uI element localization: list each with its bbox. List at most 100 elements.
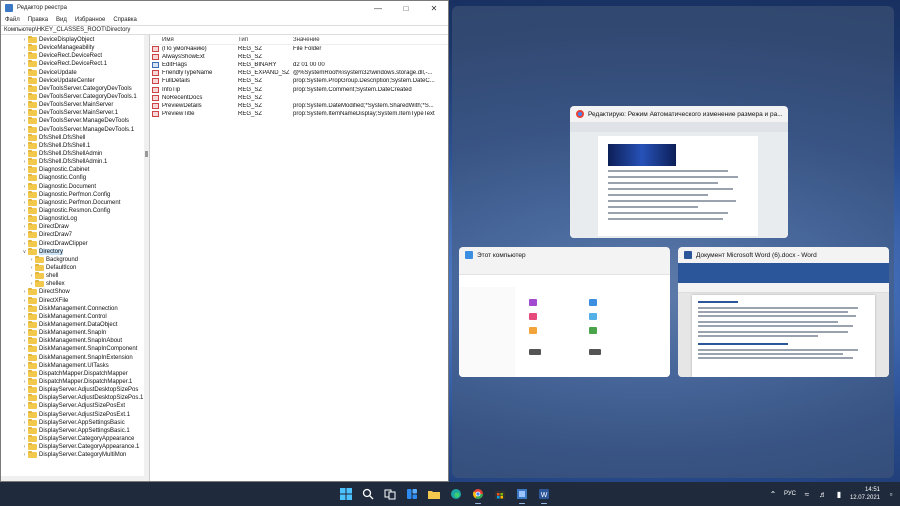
column-header-name[interactable]: Имя: [150, 37, 238, 43]
chevron-right-icon[interactable]: ›: [21, 444, 28, 450]
word-taskbar-button[interactable]: W: [536, 486, 552, 504]
chevron-right-icon[interactable]: ›: [21, 216, 28, 222]
chevron-right-icon[interactable]: ›: [21, 200, 28, 206]
tree-item[interactable]: › DevToolsServer.ManageDevTools.1: [1, 125, 149, 134]
tree-item[interactable]: › DirectDraw7: [1, 231, 149, 239]
value-row[interactable]: FriendlyTypeName REG_EXPAND_SZ @%SystemRoo…: [150, 69, 448, 77]
chevron-right-icon[interactable]: ›: [21, 102, 28, 108]
chevron-right-icon[interactable]: ›: [21, 53, 28, 59]
value-row[interactable]: FullDetails REG_SZ prop:System.PropGroup.D…: [150, 77, 448, 85]
chevron-right-icon[interactable]: ›: [21, 70, 28, 76]
value-row[interactable]: PreviewTitle REG_SZ prop:System.ItemNameDi…: [150, 110, 448, 118]
chevron-right-icon[interactable]: ›: [21, 241, 28, 247]
chevron-right-icon[interactable]: ›: [21, 289, 28, 295]
tree-item[interactable]: › DirectShow: [1, 288, 149, 296]
registry-tree[interactable]: › DeviceDisplayObject › DeviceManageability…: [1, 35, 150, 481]
tree-item[interactable]: › shellex: [1, 280, 149, 288]
tree-item[interactable]: › DevToolsServer.MainServer: [1, 101, 149, 109]
tree-item[interactable]: › shell: [1, 272, 149, 280]
clock[interactable]: 14:51 12.07.2021: [850, 486, 880, 502]
tree-item[interactable]: › DiskManagement.SnapInComponent: [1, 345, 149, 353]
tree-item[interactable]: › DisplayServer.CategoryAppearance.1: [1, 443, 149, 451]
chevron-right-icon[interactable]: ›: [28, 281, 35, 287]
chevron-right-icon[interactable]: ›: [21, 436, 28, 442]
chevron-right-icon[interactable]: ›: [21, 355, 28, 361]
value-row[interactable]: EditFlags REG_BINARY d2 01 00 00: [150, 61, 448, 69]
tree-item[interactable]: › DeviceUpdateCenter: [1, 76, 149, 85]
chevron-right-icon[interactable]: ›: [21, 175, 28, 181]
chevron-right-icon[interactable]: ›: [21, 86, 28, 92]
chevron-right-icon[interactable]: ›: [21, 412, 28, 418]
tree-item[interactable]: › DiskManagement.SnapIn: [1, 329, 149, 337]
chevron-right-icon[interactable]: ›: [21, 322, 28, 328]
menu-file[interactable]: Файл: [5, 17, 20, 23]
chevron-right-icon[interactable]: ›: [21, 338, 28, 344]
chevron-right-icon[interactable]: ›: [21, 127, 28, 133]
tree-item[interactable]: › DispatchMapper.DispatchMapper: [1, 369, 149, 378]
tree-item[interactable]: › DiskManagement.Control: [1, 312, 149, 321]
tree-item[interactable]: ∨ Directory: [1, 247, 149, 256]
wifi-icon[interactable]: ≈: [802, 489, 812, 499]
tree-item[interactable]: › DevToolsServer.CategoryDevTools: [1, 84, 149, 93]
language-indicator[interactable]: РУС: [784, 491, 796, 497]
tree-item[interactable]: › Diagnostic.Cabinet: [1, 166, 149, 174]
chevron-right-icon[interactable]: ›: [21, 94, 28, 100]
tree-item[interactable]: › DisplayServer.AdjustSizePosExt.1: [1, 410, 149, 418]
chevron-right-icon[interactable]: ›: [21, 314, 28, 320]
chevron-right-icon[interactable]: ›: [21, 387, 28, 393]
tree-item[interactable]: › Diagnostic.Config: [1, 174, 149, 182]
value-row[interactable]: PreviewDetails REG_SZ prop:System.DateModi…: [150, 102, 448, 110]
tree-item[interactable]: › DisplayServer.AppSettingsBasic.1: [1, 426, 149, 435]
chevron-right-icon[interactable]: ›: [21, 118, 28, 124]
search-button[interactable]: [360, 486, 376, 502]
maximize-button[interactable]: □: [392, 1, 420, 15]
tree-item[interactable]: › DfsShell.DfsShellAdmin: [1, 150, 149, 158]
tree-horizontal-scrollbar[interactable]: [1, 476, 149, 481]
tree-item[interactable]: › DirectDraw: [1, 223, 149, 231]
chevron-right-icon[interactable]: ›: [21, 159, 28, 165]
tree-item[interactable]: › DiskManagement.SnapInExtension: [1, 353, 149, 361]
battery-icon[interactable]: ▮: [834, 489, 844, 499]
column-header-data[interactable]: Значение: [293, 37, 448, 43]
store-button[interactable]: [492, 486, 508, 502]
address-bar[interactable]: Компьютер\HKEY_CLASSES_ROOT\Directory: [1, 25, 448, 35]
snap-card-browser[interactable]: Редактирую: Режим Автоматического измене…: [570, 106, 788, 238]
tree-item[interactable]: › DisplayServer.AdjustSizePosExt: [1, 402, 149, 410]
menu-edit[interactable]: Правка: [28, 17, 48, 23]
tree-item[interactable]: › DisplayServer.CategoryAppearance: [1, 434, 149, 443]
chevron-right-icon[interactable]: ›: [21, 395, 28, 401]
chevron-right-icon[interactable]: ›: [21, 184, 28, 190]
close-button[interactable]: ✕: [420, 1, 448, 15]
tree-item[interactable]: › DiskManagement.SnapInAbout: [1, 337, 149, 345]
tree-item[interactable]: › DirectDrawClipper: [1, 239, 149, 248]
tree-item[interactable]: › DisplayServer.AdjustDesktopSizePos.1: [1, 394, 149, 402]
value-row[interactable]: InfoTip REG_SZ prop:System.Comment;System.…: [150, 85, 448, 93]
tree-item[interactable]: › Diagnostic.Perfmon.Config: [1, 190, 149, 199]
title-bar[interactable]: Редактор реестра — □ ✕: [1, 1, 448, 15]
chevron-right-icon[interactable]: ›: [28, 265, 35, 271]
column-header-type[interactable]: Тип: [238, 37, 293, 43]
file-explorer-button[interactable]: [426, 486, 442, 502]
chevron-right-icon[interactable]: ›: [21, 232, 28, 238]
tree-item[interactable]: › DeviceRect.DeviceRect: [1, 52, 149, 60]
chevron-right-icon[interactable]: ›: [21, 151, 28, 157]
tree-item[interactable]: › DiskManagement.UITasks: [1, 361, 149, 370]
minimize-button[interactable]: —: [364, 1, 392, 15]
task-view-button[interactable]: [382, 486, 398, 502]
tree-item[interactable]: › DevToolsServer.CategoryDevTools.1: [1, 93, 149, 101]
chevron-right-icon[interactable]: ›: [21, 61, 28, 67]
chevron-down-icon[interactable]: ∨: [21, 249, 28, 255]
tree-item[interactable]: › DispatchMapper.DispatchMapper.1: [1, 377, 149, 386]
chevron-right-icon[interactable]: ›: [21, 110, 28, 116]
chevron-right-icon[interactable]: ›: [21, 167, 28, 173]
tree-item[interactable]: › DeviceManageability: [1, 44, 149, 52]
tree-item[interactable]: › Diagnostic.Document: [1, 182, 149, 191]
chevron-right-icon[interactable]: ›: [21, 428, 28, 434]
tree-item[interactable]: › DiskManagement.Connection: [1, 304, 149, 313]
tree-item[interactable]: › DiagnosticLog: [1, 215, 149, 223]
tree-item[interactable]: › DisplayServer.CategoryMultiMon: [1, 451, 149, 459]
tree-item[interactable]: › DeviceRect.DeviceRect.1: [1, 60, 149, 68]
tree-item[interactable]: › Diagnostic.Perfmon.Document: [1, 198, 149, 207]
tree-item[interactable]: › DisplayServer.AdjustDesktopSizePos: [1, 386, 149, 394]
chevron-right-icon[interactable]: ›: [21, 306, 28, 312]
